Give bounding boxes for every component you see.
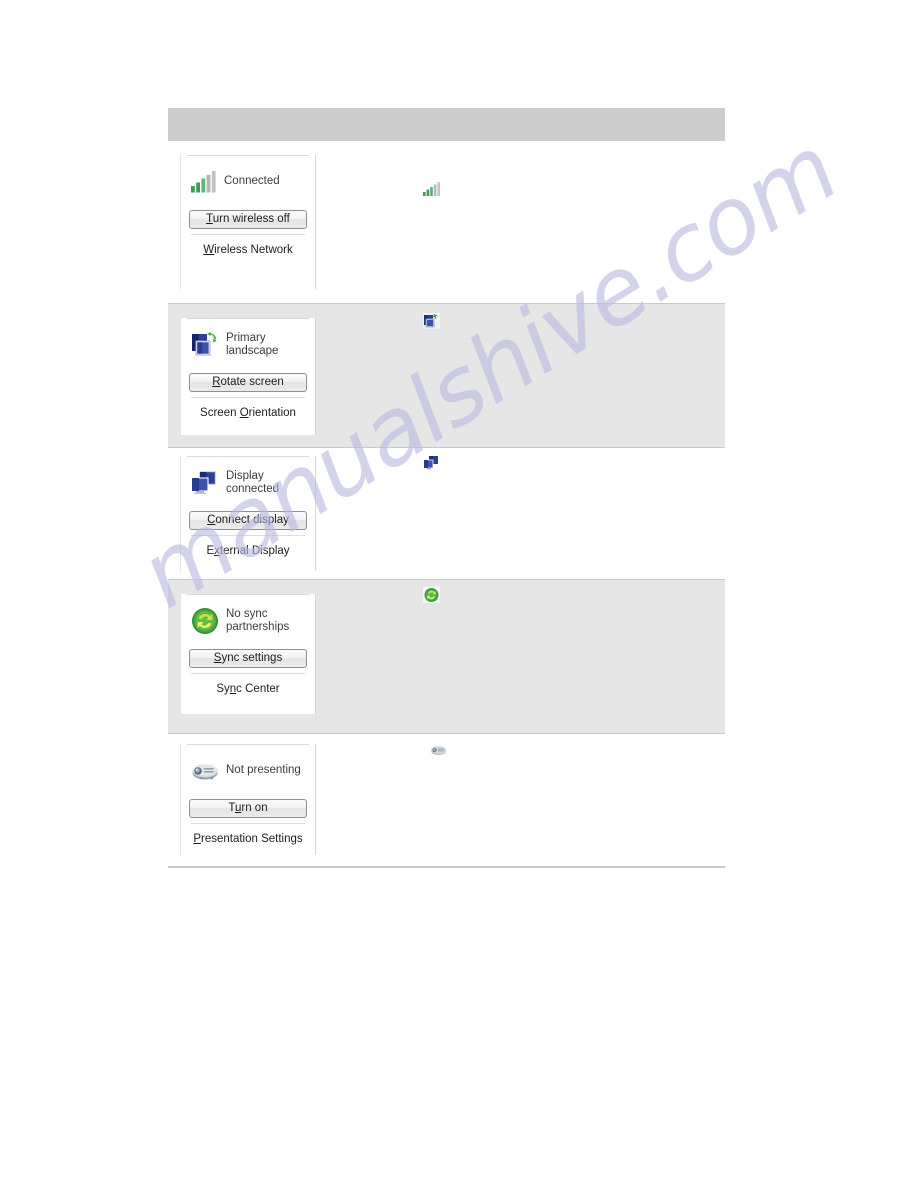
row-external-display: Display connected Connect display Extern… <box>168 448 725 579</box>
row-presentation-settings: Not presenting Turn on Presentation Sett… <box>168 734 725 866</box>
bottom-divider <box>168 866 725 868</box>
tile-screen-orientation[interactable]: Primary landscape Rotate screen Screen O… <box>180 318 316 435</box>
sync-status-label: No sync partnerships <box>226 607 290 634</box>
screen-rotate-icon <box>191 332 219 358</box>
orientation-status: Primary landscape <box>187 319 309 371</box>
turn-wireless-off-accel: T <box>206 213 213 225</box>
wireless-signal-icon-small <box>423 181 440 199</box>
top-banner <box>168 108 725 141</box>
presentation-status-label: Not presenting <box>226 764 301 777</box>
projector-icon <box>191 760 219 782</box>
external-display-link[interactable]: External Display <box>206 545 289 557</box>
presentation-status: Not presenting <box>187 745 309 797</box>
wireless-status: Connected <box>187 156 309 208</box>
wireless-network-link-wrap: Wireless Network <box>191 234 305 264</box>
presentation-settings-link[interactable]: Presentation Settings <box>193 833 302 845</box>
sync-status: No sync partnerships <box>187 595 309 647</box>
tile-wireless-network[interactable]: Connected Turn wireless off Wireless Net… <box>180 155 316 289</box>
wireless-network-accel: W <box>203 244 215 256</box>
wireless-status-label: Connected <box>224 175 280 188</box>
screen-orientation-accel: O <box>239 407 249 419</box>
row-sync-center: No sync partnerships Sync settings Sync … <box>168 579 725 734</box>
wireless-network-link[interactable]: Wireless Network <box>203 244 292 256</box>
rotate-screen-accel: R <box>212 376 221 388</box>
dual-monitor-icon <box>191 471 219 495</box>
row-screen-orientation: Primary landscape Rotate screen Screen O… <box>168 303 725 448</box>
connect-display-button[interactable]: Connect display <box>189 511 307 530</box>
tile-presentation-settings[interactable]: Not presenting Turn on Presentation Sett… <box>180 744 316 855</box>
wireless-signal-icon <box>191 171 217 193</box>
external-display-link-wrap: External Display <box>191 535 305 565</box>
orientation-status-label: Primary landscape <box>226 331 279 358</box>
sync-settings-button[interactable]: Sync settings <box>189 649 307 668</box>
screen-orientation-link-wrap: Screen Orientation <box>191 397 305 427</box>
display-status: Display connected <box>187 457 309 509</box>
sync-arrows-icon <box>191 607 219 635</box>
tile-sync-center[interactable]: No sync partnerships Sync settings Sync … <box>180 594 316 714</box>
screen-orientation-link[interactable]: Screen Orientation <box>200 407 296 419</box>
projector-icon-small <box>430 742 447 760</box>
display-status-label: Display connected <box>226 469 280 496</box>
screen-rotate-icon-small <box>423 312 440 330</box>
sync-center-link[interactable]: Sync Center <box>216 683 279 695</box>
turn-on-button[interactable]: Turn on <box>189 799 307 818</box>
turn-wireless-off-rest: urn wireless off <box>212 213 290 225</box>
tile-external-display[interactable]: Display connected Connect display Extern… <box>180 456 316 571</box>
rotate-screen-button[interactable]: Rotate screen <box>189 373 307 392</box>
presentation-settings-accel: P <box>193 833 201 845</box>
sync-arrows-icon-small <box>423 586 440 604</box>
document-body: Connected Turn wireless off Wireless Net… <box>168 108 725 868</box>
presentation-settings-link-wrap: Presentation Settings <box>191 823 305 853</box>
sync-center-link-wrap: Sync Center <box>191 673 305 703</box>
row-wireless-network: Connected Turn wireless off Wireless Net… <box>168 141 725 303</box>
dual-monitor-icon-small <box>423 454 440 472</box>
turn-wireless-off-button[interactable]: Turn wireless off <box>189 210 307 229</box>
